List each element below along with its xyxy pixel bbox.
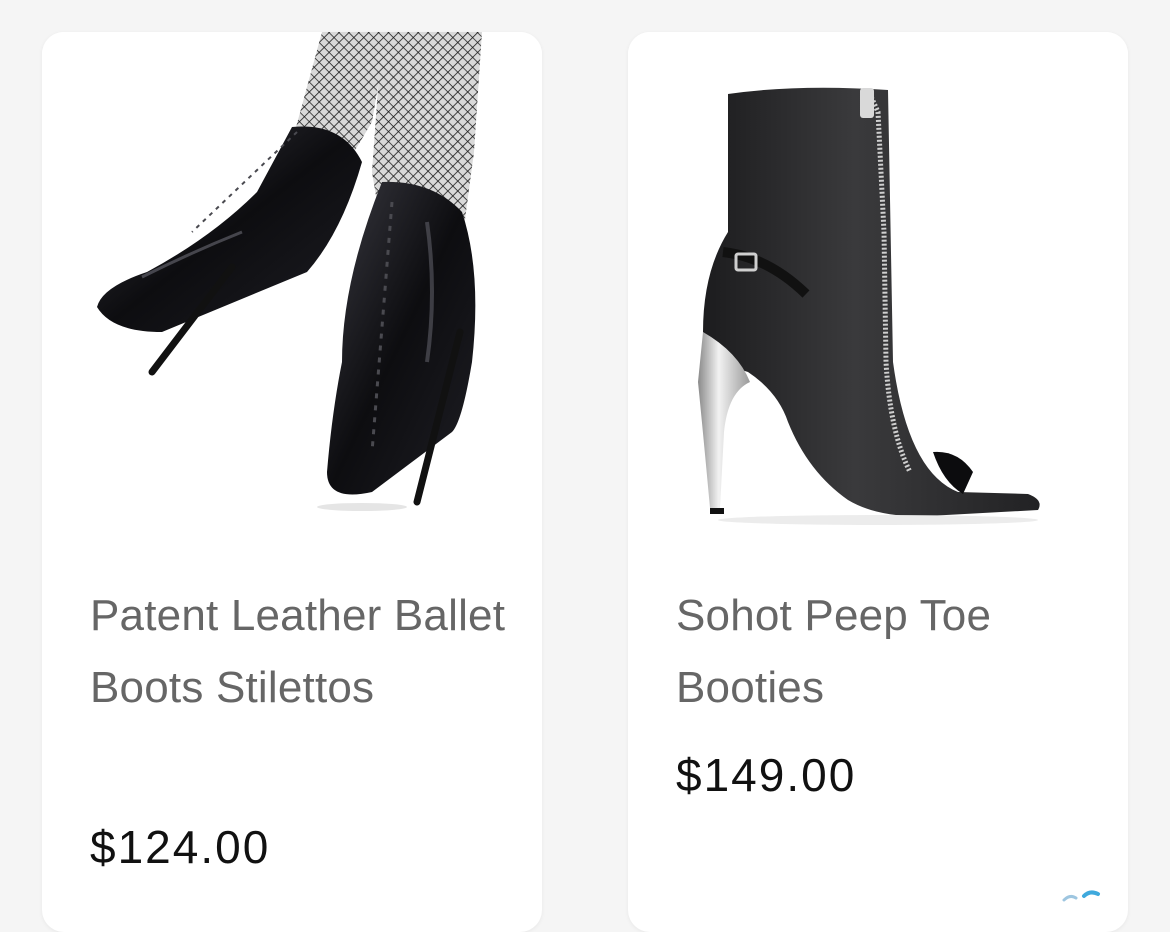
product-image[interactable]	[42, 32, 542, 562]
product-price: $149.00	[676, 749, 857, 801]
product-grid: Patent Leather Ballet Boots Stilettos $1…	[0, 0, 1170, 932]
peep-toe-booties-image	[698, 87, 1040, 525]
product-card[interactable]: Patent Leather Ballet Boots Stilettos $1…	[42, 32, 542, 932]
wave-icon	[1062, 890, 1100, 902]
product-price: $124.00	[90, 821, 271, 873]
product-card[interactable]: Sohot Peep Toe Booties $149.00	[628, 32, 1128, 932]
product-title[interactable]: Sohot Peep Toe Booties	[676, 580, 1096, 724]
product-title[interactable]: Patent Leather Ballet Boots Stilettos	[90, 580, 510, 724]
ballet-boots-image	[97, 32, 482, 511]
product-image[interactable]	[628, 32, 1128, 562]
